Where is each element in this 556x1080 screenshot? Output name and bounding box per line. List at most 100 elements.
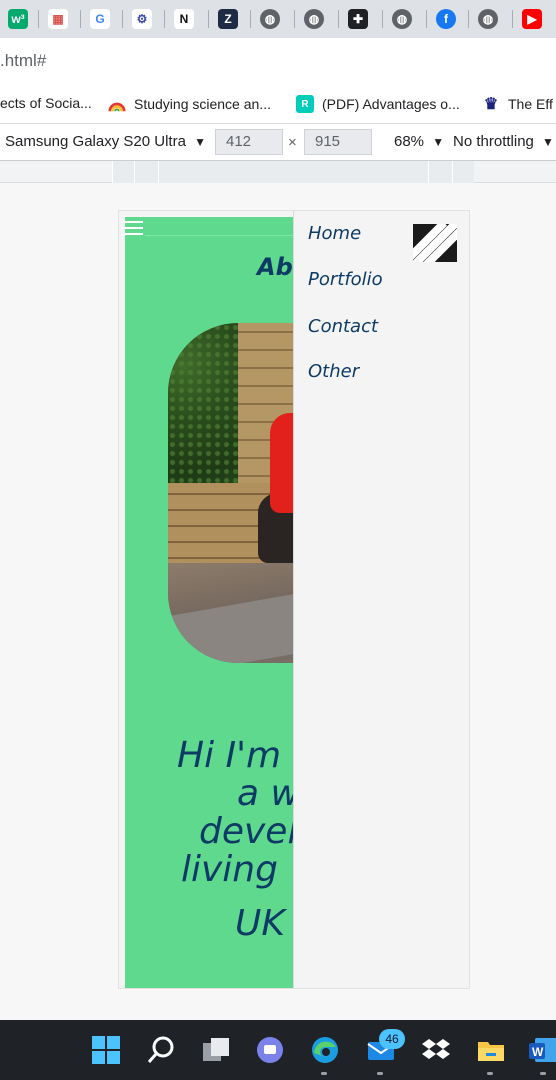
z-logo-icon: Z [218,9,238,29]
bookmark-item[interactable]: ♛ The Eff [482,95,553,113]
screen: w³ ▦ G ⚙ N Z ◍ ◍ ✚ ◍ f ◍ ▶ .html# ects of Socia... S… [0,0,556,1080]
browser-tab[interactable]: G [82,6,118,32]
running-indicator [321,1072,327,1075]
bookmark-label: ects of Socia... [0,95,92,111]
windows-taskbar: W [0,1020,556,1080]
globe-icon: ◍ [478,9,498,29]
running-indicator [487,1072,493,1075]
address-bar[interactable]: .html# [0,38,556,86]
tab-separator [512,10,513,28]
svg-text:W: W [532,1045,544,1059]
search-icon[interactable] [145,1034,177,1066]
file-explorer-icon[interactable] [475,1034,507,1066]
bookmarks-bar: ects of Socia... Studying science an... … [0,86,556,124]
browser-tab[interactable]: ◍ [252,6,288,32]
browser-tab[interactable]: f [428,6,464,32]
device-select[interactable]: Samsung Galaxy S20 Ultra ▼ [5,133,206,150]
browser-tab[interactable]: ▶ [514,6,550,32]
windows-start-icon[interactable] [90,1034,122,1066]
word-icon[interactable]: W [528,1034,556,1066]
edge-browser-icon[interactable] [309,1034,341,1066]
tab-separator [294,10,295,28]
bookmark-label: Studying science an... [134,96,271,112]
browser-tab[interactable]: w³ [0,6,36,32]
device-toolbar: Samsung Galaxy S20 Ultra ▼ 412 × 915 68%… [0,124,556,161]
crest-icon: ♛ [483,96,499,113]
chevron-down-icon: ▼ [194,135,206,149]
browser-tab[interactable]: N [166,6,202,32]
hero-line: Hi I'm [177,735,282,776]
bookmark-label: The Eff [508,96,553,112]
browser-tab[interactable]: ⚙ [124,6,160,32]
hamburger-menu-icon[interactable] [125,221,143,235]
globe-icon: ◍ [392,9,412,29]
site-logo-icon[interactable] [413,224,457,262]
w3schools-icon: w³ [8,9,28,29]
gear-seal-icon: ⚙ [132,9,152,29]
side-nav-menu: Home Portfolio Contact Other [293,211,469,988]
browser-tab[interactable]: ◍ [384,6,420,32]
youtube-icon: ▶ [522,9,542,29]
throttling-select[interactable]: No throttling ▼ [453,133,554,150]
browser-tab[interactable]: ▦ [40,6,76,32]
tab-separator [382,10,383,28]
chevron-down-icon: ▼ [432,135,445,149]
task-view-icon[interactable] [200,1034,232,1066]
browser-tab[interactable]: Z [210,6,246,32]
about-heading: Abo [257,253,295,281]
hero-line: devel [199,811,295,852]
ruler-segment[interactable] [452,161,474,183]
mail-notification-badge: 46 [379,1029,405,1049]
device-frame: Abo Hi I'm a w devel living UK Home [118,210,470,989]
browser-tab[interactable]: ◍ [470,6,506,32]
running-indicator [377,1072,383,1075]
throttling-value: No throttling [453,133,534,150]
hero-line: living [181,849,278,890]
bookmark-item[interactable]: ects of Socia... [0,95,92,111]
site-page: Abo Hi I'm a w devel living UK [125,217,295,988]
tab-separator [468,10,469,28]
globe-icon: ◍ [260,9,280,29]
hero-line: UK [235,903,285,944]
ruler-segment[interactable] [134,161,158,183]
ruler-segment[interactable] [158,161,428,183]
header-line [145,235,295,236]
tab-separator [250,10,251,28]
teams-chat-icon[interactable] [254,1034,286,1066]
bookmark-item[interactable]: Studying science an... [108,95,271,113]
bookmark-item[interactable]: R (PDF) Advantages o... [296,95,460,113]
media-query-ruler[interactable] [0,161,556,183]
tab-separator [208,10,209,28]
nav-other[interactable]: Other [308,361,359,382]
colorful-grid-icon: ▦ [48,9,68,29]
hero-line: a w [237,773,295,814]
tab-separator [80,10,81,28]
browser-tab-strip: w³ ▦ G ⚙ N Z ◍ ◍ ✚ ◍ f ◍ ▶ [0,0,556,38]
nav-home[interactable]: Home [308,223,361,244]
height-input[interactable]: 915 [304,129,372,155]
handshake-icon: ✚ [348,9,368,29]
tab-separator [38,10,39,28]
researchgate-icon: R [296,95,314,113]
ruler-segment[interactable] [428,161,452,183]
profile-photo [168,323,295,663]
device-name: Samsung Galaxy S20 Ultra [5,133,186,150]
tab-separator [164,10,165,28]
nav-portfolio[interactable]: Portfolio [308,269,383,290]
nav-contact[interactable]: Contact [308,316,378,337]
url-text[interactable]: .html# [0,51,46,71]
zoom-select[interactable]: 68% ▼ [394,133,444,150]
facebook-icon: f [436,9,456,29]
google-icon: G [90,9,110,29]
browser-tab[interactable]: ✚ [340,6,376,32]
dropbox-icon[interactable] [420,1034,452,1066]
chevron-down-icon: ▼ [542,135,554,149]
width-input[interactable]: 412 [215,129,283,155]
globe-icon: ◍ [304,9,324,29]
ruler-segment[interactable] [112,161,134,183]
bookmark-label: (PDF) Advantages o... [322,96,460,112]
tab-separator [426,10,427,28]
running-indicator [540,1072,546,1075]
browser-tab[interactable]: ◍ [296,6,332,32]
times-sign: × [288,134,297,151]
